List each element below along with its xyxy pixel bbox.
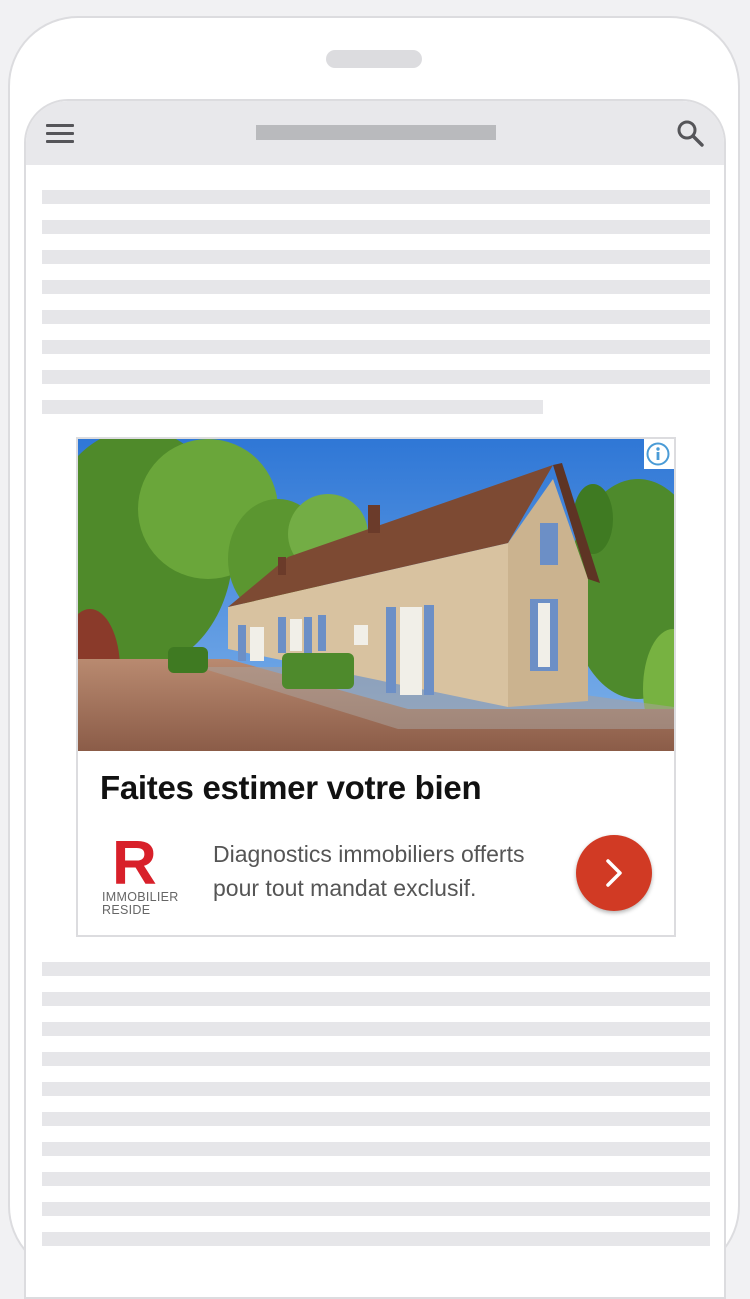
advertiser-logo[interactable]: R IMMOBILIER RESIDE [102,833,192,919]
text-line-placeholder [42,962,710,976]
search-icon[interactable] [676,119,704,147]
text-line-placeholder [42,370,710,384]
page-title-placeholder [256,125,496,140]
cta-arrow-button[interactable] [576,835,652,911]
text-line-placeholder [42,280,710,294]
chevron-right-icon [606,859,622,887]
logo-letter: R [112,829,157,898]
phone-frame: Faites estimer votre bien R IMMOBILIER R… [8,16,740,1299]
ad-headline[interactable]: Faites estimer votre bien [100,769,482,807]
phone-speaker [326,50,422,68]
text-line-placeholder [42,1232,710,1246]
ad-card[interactable]: Faites estimer votre bien R IMMOBILIER R… [76,437,676,937]
text-line-placeholder [42,190,710,204]
ad-house-image [78,439,674,751]
text-line-placeholder [42,310,710,324]
text-line-placeholder [42,1112,710,1126]
info-icon[interactable] [644,439,674,469]
text-line-placeholder [42,1142,710,1156]
text-line-placeholder [42,992,710,1006]
text-line-placeholder [42,1022,710,1036]
text-line-placeholder [42,1082,710,1096]
text-line-placeholder [42,250,710,264]
text-line-placeholder [42,220,710,234]
hamburger-menu-icon[interactable] [46,124,74,144]
text-line-placeholder [42,1172,710,1186]
phone-screen: Faites estimer votre bien R IMMOBILIER R… [24,99,726,1299]
ad-description[interactable]: Diagnostics immobiliers offerts pour tou… [213,837,563,905]
logo-line-2: RESIDE [102,903,151,917]
text-line-placeholder [42,340,710,354]
top-bar [26,101,724,165]
text-line-placeholder [42,1202,710,1216]
text-line-placeholder [42,1052,710,1066]
logo-wordmark: IMMOBILIER RESIDE [102,891,179,917]
text-line-placeholder [42,400,543,414]
